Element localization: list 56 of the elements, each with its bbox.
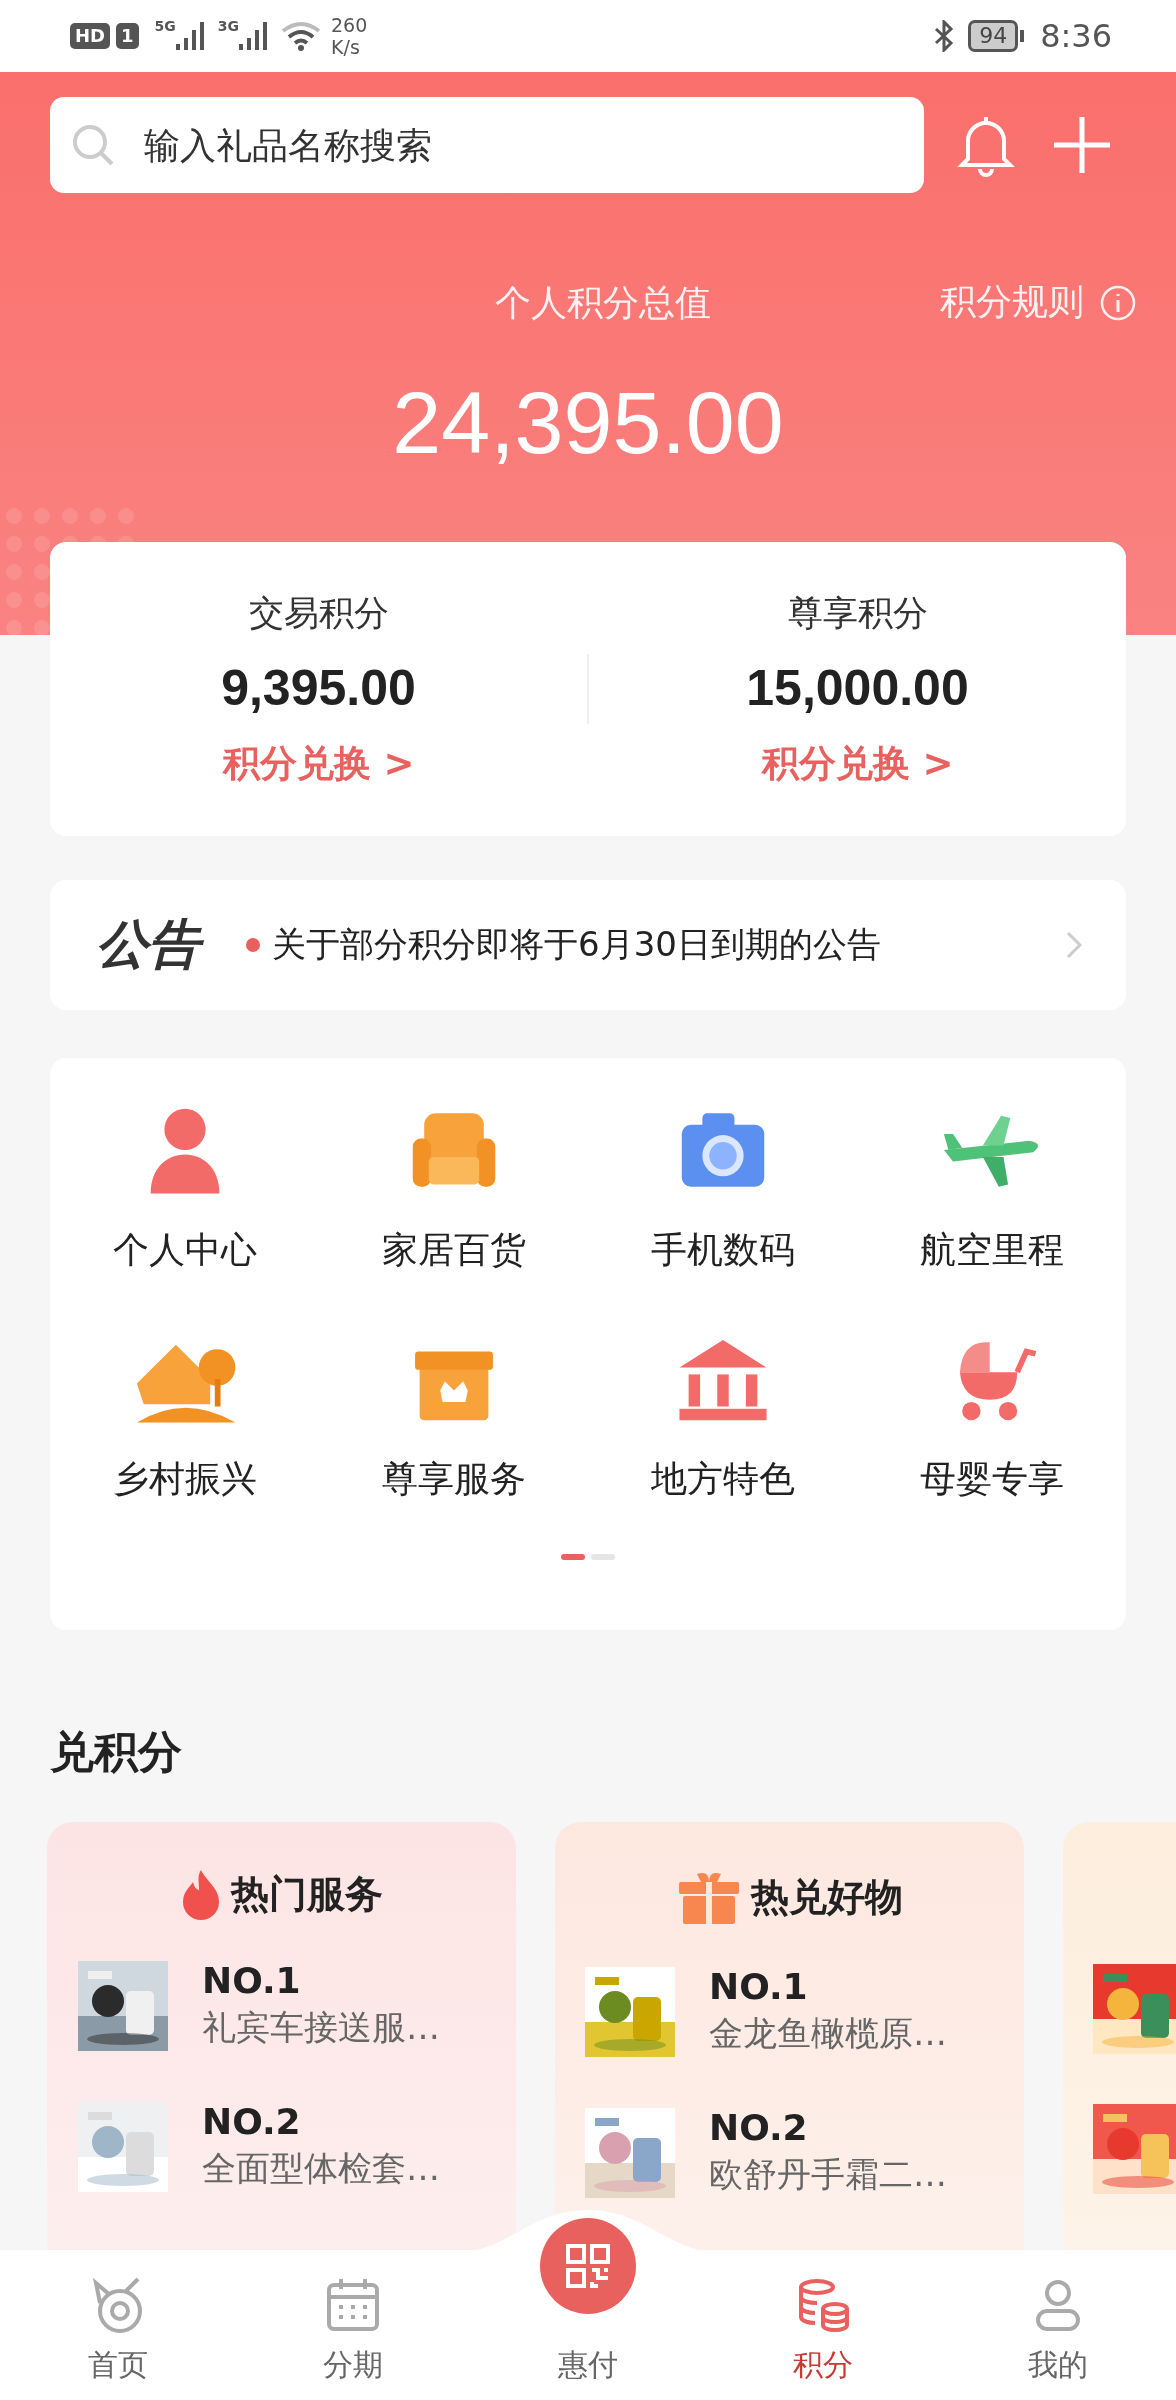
add-button[interactable] (1052, 115, 1112, 175)
rank-number: NO.2 (202, 2101, 302, 2142)
tab-item[interactable]: 惠付 (470, 2250, 706, 2400)
hd-badge: HD (70, 23, 110, 49)
ranking-title: 热门服务 (230, 1870, 383, 1918)
search-icon (70, 122, 116, 168)
points-label: 尊享积分 (787, 591, 928, 635)
product-name[interactable]: 礼宾车接送服… (202, 2005, 440, 2051)
clock-time: 8:36 (1040, 17, 1112, 55)
notice-bar[interactable]: 公告 关于部分积分即将于6月30日到期的公告 (50, 880, 1126, 1010)
speed-value: 260 (331, 14, 368, 36)
ranking-title: 热兑好物 (750, 1873, 903, 1921)
notice-logo: 公告 (92, 911, 210, 979)
bluetooth-icon (934, 20, 955, 52)
chevron-right-icon (1066, 931, 1082, 959)
rank-number: NO.1 (709, 1966, 809, 2007)
battery-level: 94 (968, 20, 1019, 52)
rank-number: NO.1 (202, 1960, 302, 2001)
notice-dot-icon (246, 938, 260, 952)
category-item[interactable]: 母婴专享 (857, 1331, 1126, 1504)
network-label: 5G (154, 18, 176, 34)
points-value: 15,000.00 (746, 658, 969, 717)
redeem-link[interactable]: 积分兑换 > (761, 738, 954, 789)
tab-item[interactable]: 分期 (235, 2250, 471, 2400)
tab-item[interactable]: 我的 (940, 2250, 1176, 2400)
points-total: 24,395.00 (391, 372, 785, 474)
category-item[interactable]: 航空里程 (857, 1102, 1126, 1275)
category-item[interactable]: 手机数码 (588, 1102, 857, 1275)
category-item[interactable]: 地方特色 (588, 1331, 857, 1504)
search-input[interactable]: 输入礼品名称搜索 (142, 123, 904, 167)
points-title: 个人积分总值 (495, 280, 711, 325)
tab-item[interactable]: 首页 (0, 2250, 236, 2400)
category-item[interactable]: 个人中心 (50, 1102, 319, 1275)
redeem-link[interactable]: 积分兑换 > (222, 738, 415, 789)
network-label: 3G (217, 18, 239, 34)
points-label: 交易积分 (248, 591, 389, 635)
flame-icon (180, 1868, 221, 1920)
category-item[interactable]: 乡村振兴 (50, 1331, 319, 1504)
notice-text[interactable]: 关于部分积分即将于6月30日到期的公告 (272, 922, 1066, 968)
category-item[interactable]: 尊享服务 (319, 1331, 588, 1504)
qr-code-icon (564, 2242, 612, 2290)
product-name[interactable]: 欧舒丹手霜二… (709, 2152, 947, 2198)
speed-unit: K/s (331, 36, 361, 58)
category-item[interactable]: 家居百货 (319, 1102, 588, 1275)
info-icon (1100, 284, 1136, 321)
wifi-icon (281, 21, 321, 51)
section-title: 兑积分 (50, 1725, 183, 1779)
product-name[interactable]: 金龙鱼橄榄原… (709, 2011, 947, 2057)
product-name[interactable]: 全面型体检套… (202, 2146, 440, 2192)
rank-number: NO.2 (709, 2107, 809, 2148)
tab-item[interactable]: 积分 (705, 2250, 941, 2400)
points-value: 9,395.00 (221, 658, 416, 717)
signal-icon (239, 22, 269, 50)
signal-icon (175, 22, 206, 50)
search-field[interactable]: 输入礼品名称搜索 (50, 97, 924, 193)
sim-badge: 1 (116, 23, 139, 49)
